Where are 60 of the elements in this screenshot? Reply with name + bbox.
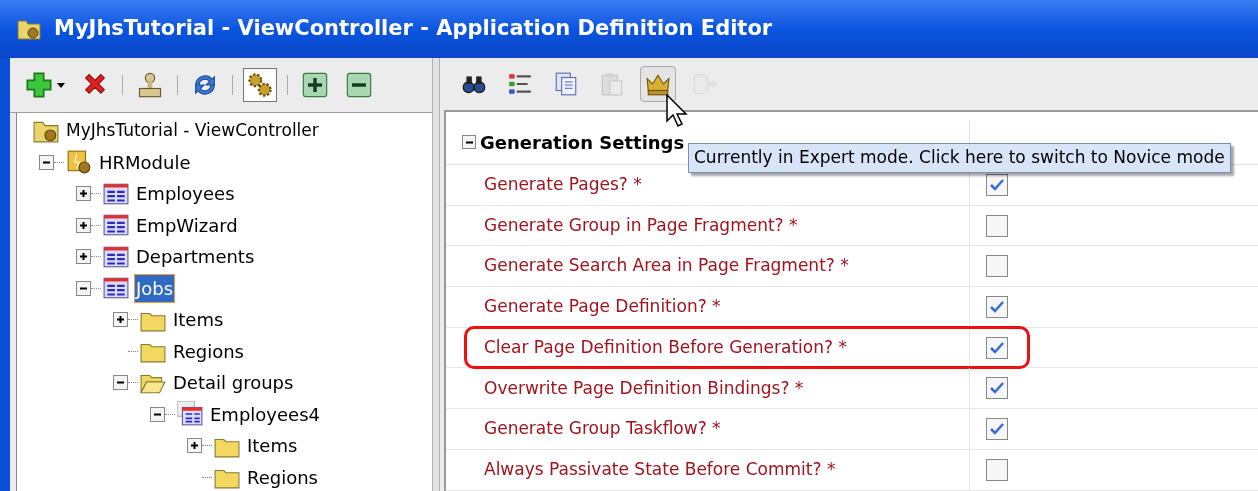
expand-toggle[interactable] xyxy=(76,217,91,233)
checkbox[interactable] xyxy=(986,336,1008,359)
clipboard-icon xyxy=(599,71,625,97)
tree-item[interactable]: HRModule xyxy=(98,148,192,176)
module-icon xyxy=(66,149,92,176)
collapse-toggle[interactable] xyxy=(76,280,91,296)
crown-button[interactable] xyxy=(640,66,676,102)
tree-item[interactable]: Items xyxy=(172,306,225,334)
tree-item[interactable]: Employees xyxy=(135,180,236,208)
checkbox[interactable] xyxy=(986,295,1008,318)
plus-icon xyxy=(116,315,125,325)
tree-item[interactable]: Regions xyxy=(246,463,319,491)
collapse-toggle[interactable] xyxy=(462,135,476,149)
checkbox[interactable] xyxy=(986,255,1008,278)
collapse-toggle[interactable] xyxy=(113,375,128,391)
tree-item[interactable]: Departments xyxy=(135,243,256,271)
plus-icon xyxy=(301,71,329,99)
stamp-icon xyxy=(136,71,164,99)
app-folder-icon xyxy=(16,17,42,41)
tree-item[interactable]: Employees4 xyxy=(209,400,321,428)
property-label: Generate Pages? * xyxy=(484,173,642,197)
checkbox[interactable] xyxy=(986,214,1008,237)
plus-icon xyxy=(79,189,88,199)
property-label: Generate Page Definition? * xyxy=(484,295,721,319)
caret-icon xyxy=(57,82,65,88)
tree-item[interactable]: Detail groups xyxy=(172,369,295,397)
expand-toggle[interactable] xyxy=(76,186,91,202)
property-label: Generate Search Area in Page Fragment? * xyxy=(484,254,849,278)
tree-item[interactable]: EmpWizard xyxy=(135,211,239,239)
checkbox[interactable] xyxy=(986,377,1008,400)
gears-button[interactable] xyxy=(243,68,277,102)
collapse-toggle[interactable] xyxy=(150,406,165,422)
tree-item[interactable]: Regions xyxy=(172,337,245,365)
property-label: Generate Group in Page Fragment? * xyxy=(484,213,798,237)
tree-item[interactable]: Jobs xyxy=(135,274,175,302)
expand-toggle[interactable] xyxy=(187,438,202,454)
checkbox[interactable] xyxy=(986,417,1008,440)
property-label: Overwrite Page Definition Bindings? * xyxy=(484,376,804,400)
window-title: MyJhsTutorial - ViewController - Application Definition Editor xyxy=(54,15,773,43)
property-label: Clear Page Definition Before Generation? * xyxy=(484,335,847,359)
copy-icon xyxy=(553,71,579,97)
plus-icon xyxy=(25,71,53,99)
tree-item[interactable]: MyJhsTutorial - ViewController xyxy=(65,118,320,144)
tree-item[interactable]: Items xyxy=(246,432,299,460)
plus-icon xyxy=(79,220,88,230)
list-icon xyxy=(507,71,533,97)
detail-view-icon xyxy=(177,401,203,428)
collapse-toggle[interactable] xyxy=(39,154,54,170)
minus-icon xyxy=(345,71,373,99)
checkbox[interactable] xyxy=(986,173,1008,196)
property-label: Generate Group Taskflow? * xyxy=(484,417,721,441)
property-label: Always Passivate State Before Commit? * xyxy=(484,457,836,481)
expand-toggle[interactable] xyxy=(113,312,128,328)
expand-toggle[interactable] xyxy=(76,249,91,265)
plus-icon xyxy=(190,441,199,451)
gears-icon xyxy=(246,71,274,99)
tooltip: Currently in Expert mode. Click here to switch to Novice mode xyxy=(688,143,1231,173)
section-title: Generation Settings xyxy=(480,130,685,155)
plus-icon xyxy=(79,252,88,262)
checkbox[interactable] xyxy=(986,458,1008,481)
